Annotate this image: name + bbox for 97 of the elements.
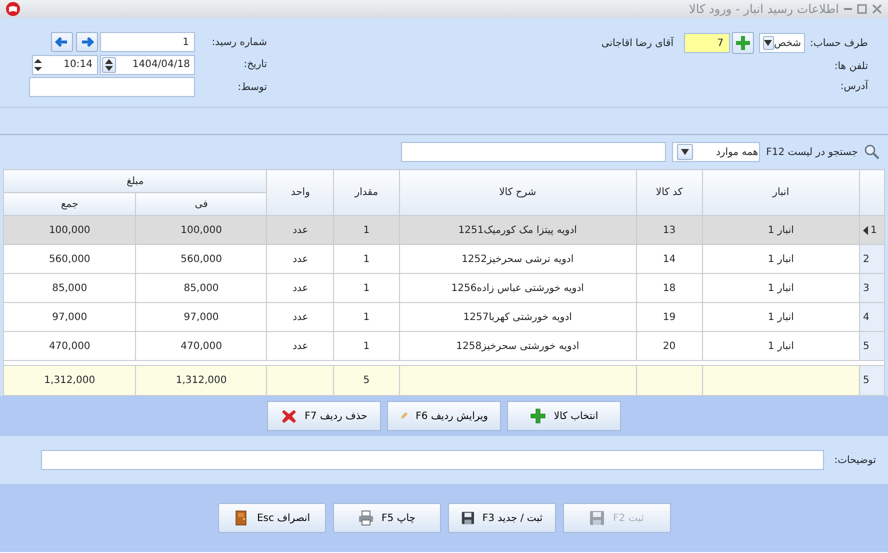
table-cell: 470,000 — [180, 340, 222, 352]
maximize-icon — [857, 4, 867, 14]
account-code-field[interactable]: 7 — [684, 33, 730, 53]
action-button[interactable]: چاپ F5 — [332, 503, 440, 533]
column-header: شرح کالا — [399, 170, 636, 216]
table-cell: 85,000 — [184, 282, 219, 294]
time-field[interactable]: 10:14 — [32, 54, 98, 74]
table-cell: 85,000 — [52, 282, 88, 294]
table-cell: عدد — [292, 282, 308, 294]
app-logo-icon — [6, 2, 20, 16]
plus-icon — [736, 36, 750, 50]
table-cell: 14 — [662, 254, 676, 264]
action-button[interactable]: انصراف Esc — [218, 503, 326, 533]
field-label: طرف حساب: — [810, 36, 868, 50]
row-number: 3 — [862, 282, 870, 296]
field-label: توسط: — [236, 80, 267, 94]
nav-button[interactable] — [51, 32, 73, 52]
spinner-icon — [34, 58, 42, 72]
column-header: مبلغ — [4, 170, 267, 192]
row-number: 4 — [862, 310, 870, 324]
date-field[interactable]: 1404/04/18 — [100, 54, 195, 74]
row-number: 1 — [870, 224, 877, 238]
table-cell: 100,000 — [48, 224, 90, 236]
next-arrow-icon — [80, 35, 94, 49]
total-cell: 1,312,000 — [44, 375, 96, 386]
table-cell: انبار 1 — [768, 312, 794, 322]
column-header: کد کالا — [636, 170, 702, 216]
account-name: آقای رضا اقاجانی — [601, 36, 674, 50]
table-cell: 470,000 — [48, 340, 90, 352]
column-header: انبار — [702, 170, 860, 216]
dropdown-arrow-icon — [681, 149, 690, 155]
table-cell: عدد — [292, 254, 308, 264]
table-cell: انبار 1 — [768, 224, 794, 236]
total-cell: 5 — [363, 375, 370, 386]
table-cell: 560,000 — [48, 254, 90, 264]
nav-button[interactable] — [76, 32, 98, 52]
table-cell: 560,000 — [180, 254, 222, 264]
table-cell: 20 — [662, 340, 676, 352]
table-cell: 97,000 — [184, 312, 219, 322]
row-count: 5 — [862, 375, 870, 386]
row-action-button[interactable]: انتخاب کالا — [507, 401, 621, 431]
field-label: شماره رسید: — [210, 36, 267, 50]
table-cell: 1 — [363, 282, 370, 294]
add-button[interactable] — [732, 32, 754, 54]
table-cell: انبار 1 — [768, 282, 794, 294]
dropdown-arrow-icon — [764, 40, 772, 46]
table-cell: ادویه ترشی سحرخیز1252 — [462, 254, 574, 264]
action-button[interactable]: ثبت / جدید F3 — [448, 503, 556, 533]
table-cell: ادویه خورشتی کهربا1257 — [463, 312, 572, 322]
table-cell: ادویه خورشتی سحرخیز1258 — [456, 340, 580, 352]
table-cell: 1 — [363, 312, 370, 322]
table-cell: 1 — [363, 254, 370, 264]
delete-icon — [280, 408, 297, 424]
column-header: مقدار — [334, 170, 399, 216]
table-cell: ادویه پیتزا مک کورمیک1251 — [458, 224, 577, 236]
by-field[interactable] — [29, 77, 195, 97]
row-indicator-icon — [862, 226, 868, 234]
table-cell: 13 — [662, 224, 676, 236]
notes-field[interactable] — [41, 450, 824, 470]
total-cell: 1,312,000 — [176, 375, 227, 386]
window-title: اطلاعات رسید انبار - ورود کالا — [688, 1, 839, 18]
column-header: واحد — [266, 170, 334, 216]
field-label: تلفن ها: — [834, 60, 868, 74]
row-action-button[interactable]: حذف ردیف F7 — [267, 401, 381, 431]
row-action-button[interactable]: ویرایش ردیف F6 — [387, 401, 501, 431]
field-label: آدرس: — [840, 79, 868, 94]
field-label: تاریخ: — [242, 58, 267, 72]
close-icon — [872, 4, 882, 14]
table-cell: 18 — [662, 282, 676, 294]
printer-icon — [358, 510, 374, 526]
search-field[interactable] — [401, 142, 666, 162]
filter-dropdown[interactable]: همه موارد — [672, 142, 760, 162]
back-arrow-icon — [55, 35, 69, 49]
table-cell: عدد — [292, 224, 308, 236]
column-header: جمع — [4, 192, 136, 216]
search-icon — [864, 144, 880, 160]
account-type-dropdown[interactable]: شخص — [759, 33, 806, 53]
plus-icon — [530, 408, 546, 424]
row-number: 5 — [862, 340, 870, 354]
table-cell: ادویه خورشتی عباس زاده1256 — [451, 282, 584, 294]
notes-label: توضیحات: — [834, 454, 876, 468]
minimize-icon — [844, 8, 852, 10]
table-cell: عدد — [292, 312, 308, 322]
table-cell: 97,000 — [52, 312, 88, 322]
column-header: فی — [136, 192, 267, 216]
search-label: جستجو در لیست F12 — [766, 146, 858, 160]
spinner-icon — [105, 58, 113, 70]
door-icon — [232, 510, 249, 526]
table-cell: 19 — [662, 312, 676, 322]
table-cell: انبار 1 — [768, 340, 794, 352]
table-cell: 1 — [363, 224, 370, 236]
table-cell: عدد — [292, 340, 308, 352]
table-cell: 100,000 — [180, 224, 222, 236]
row-number: 2 — [862, 252, 870, 266]
receipt-number-field[interactable]: 1 — [100, 32, 195, 52]
table-cell: 1 — [363, 340, 370, 352]
table-cell: انبار 1 — [768, 254, 794, 264]
